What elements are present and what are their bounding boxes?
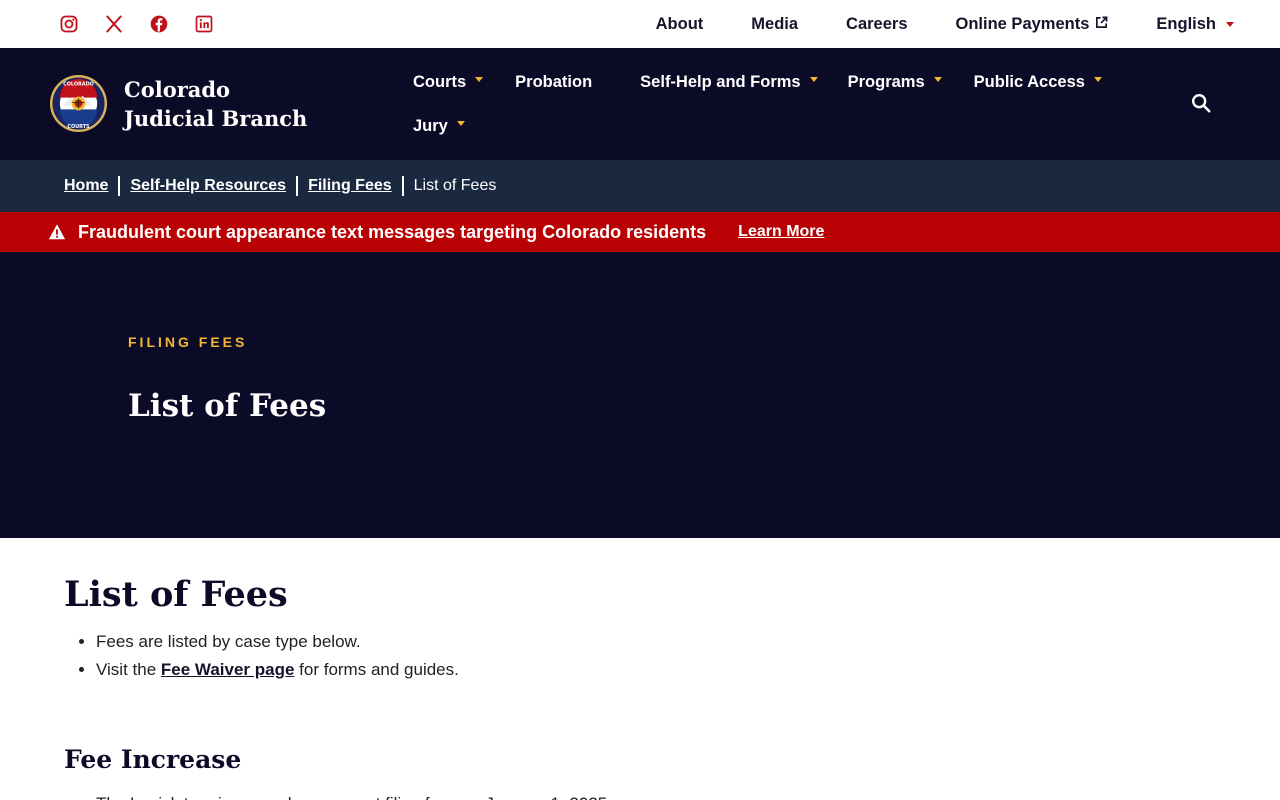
list-item-text: for forms and guides.	[294, 660, 459, 679]
breadcrumb-self-help[interactable]: Self-Help Resources	[130, 177, 286, 195]
chevron-down-icon	[456, 120, 465, 126]
facebook-icon[interactable]	[148, 14, 169, 35]
nav-jury-label: Jury	[413, 116, 448, 135]
media-link[interactable]: Media	[751, 15, 798, 34]
language-label: English	[1156, 14, 1216, 33]
main-nav: COLORADO COURTS Colorado Judicial Branch…	[0, 48, 1280, 160]
chevron-down-icon	[475, 76, 484, 82]
section-title-fee-increase: Fee Increase	[64, 745, 242, 774]
nav-public-access-label: Public Access	[973, 72, 1085, 91]
colorado-courts-seal-logo: COLORADO COURTS	[49, 74, 108, 133]
intro-list: Fees are listed by case type below. Visi…	[64, 628, 1280, 684]
breadcrumb-filing-fees[interactable]: Filing Fees	[308, 177, 392, 195]
alert-banner: Fraudulent court appearance text message…	[0, 212, 1280, 252]
main-content: List of Fees Fees are listed by case typ…	[0, 538, 1280, 800]
list-item-text: Visit the	[96, 660, 161, 679]
breadcrumb-home[interactable]: Home	[64, 177, 108, 195]
breadcrumb-current: List of Fees	[413, 177, 497, 194]
nav-courts-label: Courts	[413, 72, 467, 91]
x-twitter-icon[interactable]	[103, 14, 124, 35]
nav-programs-label: Programs	[847, 72, 925, 91]
online-payments-link[interactable]: Online Payments	[956, 15, 1109, 34]
about-link[interactable]: About	[656, 15, 704, 34]
hero: FILING FEES List of Fees	[0, 252, 1280, 538]
alert-message: Fraudulent court appearance text message…	[78, 221, 707, 242]
careers-link[interactable]: Careers	[846, 15, 907, 34]
brand-home-link[interactable]: COLORADO COURTS Colorado Judicial Branch	[49, 74, 324, 133]
breadcrumb-separator	[118, 176, 121, 196]
nav-self-help-forms[interactable]: Self-Help and Forms	[640, 70, 818, 94]
learn-more-link[interactable]: Learn More	[738, 223, 824, 241]
hero-eyebrow: FILING FEES	[128, 334, 248, 350]
chevron-down-icon	[933, 76, 942, 82]
breadcrumb-separator	[296, 176, 299, 196]
seal-bottom-text: COURTS	[67, 124, 90, 130]
primary-nav: Courts Probation Self-Help and Forms Pro…	[413, 70, 1133, 138]
online-payments-label: Online Payments	[955, 14, 1090, 33]
nav-probation[interactable]: Probation	[515, 70, 592, 94]
language-selector[interactable]: English	[1156, 15, 1234, 34]
fee-increase-list: The Legislature increased many court fil…	[64, 790, 1280, 800]
chevron-down-icon	[1093, 76, 1102, 82]
breadcrumb-separator	[401, 176, 404, 196]
nav-public-access[interactable]: Public Access	[974, 70, 1102, 94]
instagram-icon[interactable]	[58, 14, 79, 35]
nav-self-help-label: Self-Help and Forms	[640, 72, 801, 91]
list-item: The Legislature increased many court fil…	[96, 790, 1280, 800]
seal-top-text: COLORADO	[63, 81, 94, 87]
chevron-down-icon	[1226, 21, 1234, 27]
list-item: Fees are listed by case type below.	[96, 628, 1280, 656]
search-icon	[1192, 94, 1211, 113]
utility-links: About Media Careers Online Payments Engl…	[656, 15, 1234, 34]
brand-name: Colorado Judicial Branch	[124, 76, 308, 131]
nav-probation-label: Probation	[515, 72, 593, 91]
chevron-down-icon	[809, 76, 818, 82]
warning-icon	[48, 223, 66, 241]
page-title: List of Fees	[64, 574, 288, 615]
linkedin-icon[interactable]	[193, 14, 214, 35]
utility-bar: About Media Careers Online Payments Engl…	[0, 0, 1280, 48]
list-item: Visit the Fee Waiver page for forms and …	[96, 656, 1280, 684]
social-links	[58, 14, 214, 35]
nav-programs[interactable]: Programs	[848, 70, 942, 94]
hero-title: List of Fees	[128, 388, 327, 424]
nav-jury[interactable]: Jury	[413, 114, 465, 138]
search-button[interactable]	[1190, 92, 1214, 116]
nav-courts[interactable]: Courts	[413, 70, 484, 94]
fee-waiver-link[interactable]: Fee Waiver page	[161, 660, 295, 679]
breadcrumb: Home Self-Help Resources Filing Fees Lis…	[0, 160, 1280, 212]
external-link-icon	[1095, 15, 1108, 34]
